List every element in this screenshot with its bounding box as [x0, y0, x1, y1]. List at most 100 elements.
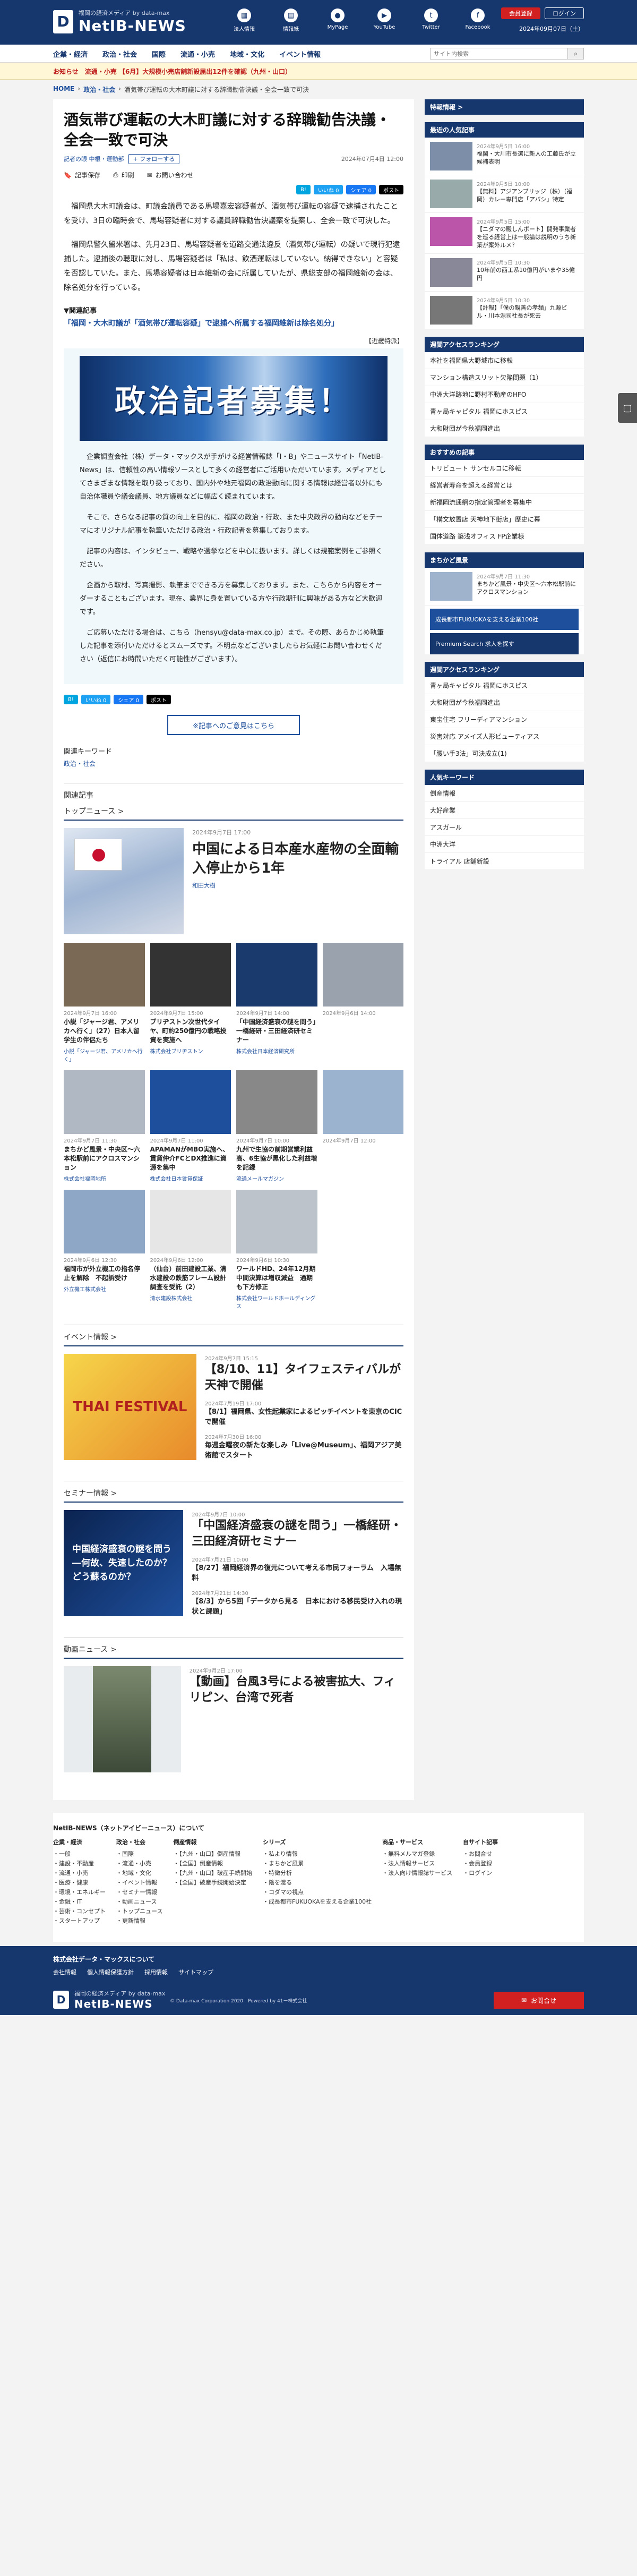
item-title[interactable]: 【8/1】福岡県、女性起業家によるピッチイベントを東京のCICで開催 — [205, 1407, 403, 1427]
related-link[interactable]: 「福岡・大木町議が「酒気帯び運転容疑」で逮捕へ所属する福岡維新は除名処分」 — [64, 317, 403, 330]
seminar-item[interactable]: 2024年7月21日 14:30 【8/3】から5回「データから見る 日本における… — [192, 1589, 403, 1617]
video-title[interactable]: 【動画】台風3号による被害拡大、フィリピン、台湾で死者 — [190, 1674, 403, 1706]
hatena-share-button[interactable]: B! — [64, 695, 78, 704]
footer-link[interactable]: ・金融・IT — [53, 1897, 106, 1907]
footer-link[interactable]: ・陰を渡る — [263, 1878, 372, 1888]
like-button[interactable]: いいね 0 — [313, 185, 343, 194]
recommended-item[interactable]: トリビュート サンセルコに移転 — [425, 460, 584, 477]
card-title[interactable]: 小説「ジャージ君、アメリカへ行く」（27）日本人留学生の伴侶たち — [64, 1018, 145, 1045]
events-item[interactable]: 2024年7月19日 17:00 【8/1】福岡県、女性起業家によるピッチイベント… — [205, 1399, 403, 1427]
header-link-corp-info[interactable]: ▦ 法人情報 — [228, 8, 260, 32]
footer-link[interactable]: ・流通・小売 — [116, 1859, 162, 1869]
events-item[interactable]: 2024年9月7日 15:15 【8/10、11】タイフェスティバルが天神で開催 — [205, 1354, 403, 1394]
nav-item-events[interactable]: イベント情報 — [279, 49, 321, 59]
card-title[interactable]: ワールドHD、24年12月期中間決算は増収減益 通期も下方修正 — [236, 1265, 317, 1292]
video-heading[interactable]: 動画ニュース > — [64, 1644, 403, 1659]
event-image[interactable]: THAI FESTIVAL — [64, 1354, 196, 1460]
footer-link[interactable]: ・流通・小売 — [53, 1869, 106, 1878]
card-writer[interactable]: 外立機工株式会社 — [64, 1285, 145, 1293]
access-ranking-item[interactable]: マンション構造スリット欠陥問題（1） — [425, 369, 584, 386]
search-input[interactable] — [430, 48, 568, 59]
weekly-ranking-item[interactable]: 青ヶ局キャピタル 福岡にホスピス — [425, 677, 584, 694]
footer-link[interactable]: ・セミナー情報 — [116, 1888, 162, 1897]
top-news-feature[interactable]: 2024年9月7日 17:00 中国による日本産水産物の全面輸入停止から1年 和… — [64, 828, 403, 934]
item-title[interactable]: 【8/10、11】タイフェスティバルが天神で開催 — [205, 1362, 403, 1394]
seminar-heading[interactable]: セミナー情報 > — [64, 1488, 403, 1503]
popular-article-item[interactable]: 2024年9月5日 10:30 10年前の西工系10億円がいまや35億円 — [425, 254, 584, 292]
site-logo[interactable]: D 福岡の経済メディア by data-max NetIB-NEWS — [53, 8, 186, 35]
inquiry-button[interactable]: ✉ お問合せ — [494, 1992, 584, 2009]
card-title[interactable]: 「中国経済盛衰の謎を問う」一橋経研・三田経済研セミナー — [236, 1018, 317, 1045]
footer-link[interactable]: ・国際 — [116, 1849, 162, 1859]
footer-column-heading[interactable]: 倒産情報 — [173, 1838, 252, 1846]
access-ranking-item[interactable]: 中洲大洋跡地に野村不動産のHFO — [425, 386, 584, 403]
hatena-share-button[interactable]: B! — [296, 185, 311, 194]
footer-column-heading[interactable]: シリーズ — [263, 1838, 372, 1846]
popular-keyword-item[interactable]: 倒産情報 — [425, 785, 584, 802]
access-ranking-item[interactable]: 大和財団が今秋福岡進出 — [425, 420, 584, 437]
video-section[interactable]: 2024年9月2日 17:00 【動画】台風3号による被害拡大、フィリピン、台湾… — [64, 1666, 403, 1772]
opinion-button[interactable]: ※記事へのご意見はこちら — [167, 715, 300, 735]
facebook-share-button[interactable]: シェア 0 — [346, 185, 376, 194]
card-writer[interactable]: 小説「ジャージ君、アメリカへ行く」 — [64, 1047, 145, 1063]
top-news-card[interactable]: 2024年9月7日 11:30 まちかど風景・中央区～六本松駅前にアクロスマンショ… — [64, 1070, 145, 1182]
nav-item-business[interactable]: 企業・経済 — [53, 49, 88, 59]
follow-button[interactable]: + フォローする — [128, 154, 180, 164]
inquiry-button[interactable]: ✉ お問い合わせ — [147, 170, 194, 180]
top-news-card[interactable]: 2024年9月7日 11:00 APAMANがMBO実施へ、賃貸仲介FCとDX推進… — [150, 1070, 231, 1182]
popular-article-item[interactable]: 2024年9月5日 10:30 【計報】「僕の親善の孝麺」九源ビル・川本源司社長が… — [425, 292, 584, 329]
header-link-twitter[interactable]: t Twitter — [415, 8, 447, 32]
footer-link[interactable]: ・成長都市FUKUOKAを支える企業100社 — [263, 1897, 372, 1907]
sidebar-ad-100companies[interactable]: 成長都市FUKUOKAを支える企業100社 — [430, 609, 579, 630]
footer-link[interactable]: ・建設・不動産 — [53, 1859, 106, 1869]
top-news-card[interactable]: 2024年9月7日 16:00 小説「ジャージ君、アメリカへ行く」（27）日本人留… — [64, 943, 145, 1063]
card-writer[interactable]: 清水建設株式会社 — [150, 1294, 231, 1302]
nav-item-regional[interactable]: 地域・文化 — [230, 49, 264, 59]
footer-link[interactable]: ・イベント情報 — [116, 1878, 162, 1888]
footer-link[interactable]: ・芸術・コンセプト — [53, 1907, 106, 1916]
popular-keyword-item[interactable]: 大好産業 — [425, 802, 584, 819]
nav-item-retail[interactable]: 流通・小売 — [180, 49, 215, 59]
footer-link[interactable]: ・お問合せ — [463, 1849, 498, 1859]
weekly-ranking-item[interactable]: 大和財団が今秋福岡進出 — [425, 694, 584, 711]
notice-link[interactable]: 流通・小売 【6月】大規模小売店舗新設届出12件を確認（九州・山口） — [85, 67, 291, 76]
item-title[interactable]: 「中国経済盛衰の謎を問う」一橋経研・三田経済研セミナー — [192, 1518, 403, 1550]
footer-link[interactable]: ・スタートアップ — [53, 1916, 106, 1926]
card-writer[interactable]: 株式会社ワールドホールディングス — [236, 1294, 317, 1310]
popular-keyword-item[interactable]: アスガール — [425, 819, 584, 836]
footer-link[interactable]: ・環境・エネルギー — [53, 1888, 106, 1897]
footer-link-privacy[interactable]: 個人情報保護方針 — [87, 1968, 134, 1976]
recommended-item[interactable]: 国体道路 築浅オフィス FP企業様 — [425, 528, 584, 545]
footer-link-recruit[interactable]: 採用情報 — [144, 1968, 168, 1976]
footer-link-company[interactable]: 会社情報 — [53, 1968, 76, 1976]
print-button[interactable]: ⎙ 印刷 — [113, 170, 134, 180]
breadcrumb-home[interactable]: HOME — [53, 85, 74, 94]
popular-keyword-item[interactable]: 中洲大洋 — [425, 836, 584, 853]
item-title[interactable]: 【8/27】福岡経済界の復元について考える市民フォーラム 入場無料 — [192, 1563, 403, 1583]
footer-link[interactable]: ・【全国】倒産情報 — [173, 1859, 252, 1869]
feature-title[interactable]: 中国による日本産水産物の全面輸入停止から1年 — [192, 840, 403, 878]
card-writer[interactable]: 株式会社日本経済研究所 — [236, 1047, 317, 1055]
card-writer[interactable]: 株式会社日本賃貸保証 — [150, 1174, 231, 1182]
top-news-heading[interactable]: トップニュース > — [64, 806, 403, 821]
footer-link[interactable]: ・無料メルマガ登録 — [382, 1849, 452, 1859]
footer-link[interactable]: ・【全国】破産手続開始決定 — [173, 1878, 252, 1888]
footer-link[interactable]: ・【九州・山口】破産手続開始 — [173, 1869, 252, 1878]
floating-menu-button[interactable]: ▢ — [618, 393, 637, 423]
footer-link[interactable]: ・法人情報サービス — [382, 1859, 452, 1869]
card-title[interactable]: APAMANがMBO実施へ、賃貸仲介FCとDX推進に資源を集中 — [150, 1145, 231, 1172]
recommended-item[interactable]: 新福岡流通網の指定管理者を募集中 — [425, 494, 584, 511]
seminar-image[interactable]: 中国経済盛衰の謎を問う―何故、失速したのか？どう蘇るのか？ — [64, 1510, 184, 1616]
footer-link[interactable]: ・会員登録 — [463, 1859, 498, 1869]
footer-column-heading[interactable]: 企業・経済 — [53, 1838, 106, 1846]
feature-writer[interactable]: 和田大樹 — [192, 881, 403, 890]
top-news-card[interactable] — [322, 1190, 403, 1310]
weekly-ranking-item[interactable]: 東宝住宅 フリーディアマンション — [425, 711, 584, 728]
top-news-card[interactable]: 2024年9月6日 14:00 — [322, 943, 403, 1063]
like-button[interactable]: いいね 0 — [81, 695, 111, 704]
item-title[interactable]: 【8/3】から5回「データから見る 日本における移民受け入れの現状と課題」 — [192, 1597, 403, 1617]
breadcrumb-category[interactable]: 政治・社会 — [83, 85, 115, 94]
seminar-item[interactable]: 2024年7月21日 10:00 【8/27】福岡経済界の復元について考える市民フ… — [192, 1555, 403, 1583]
top-news-card[interactable]: 2024年9月7日 15:00 ブリヂストン次世代タイヤ、町約250億円の戦略投資… — [150, 943, 231, 1063]
footer-link[interactable]: ・トップニュース — [116, 1907, 162, 1916]
